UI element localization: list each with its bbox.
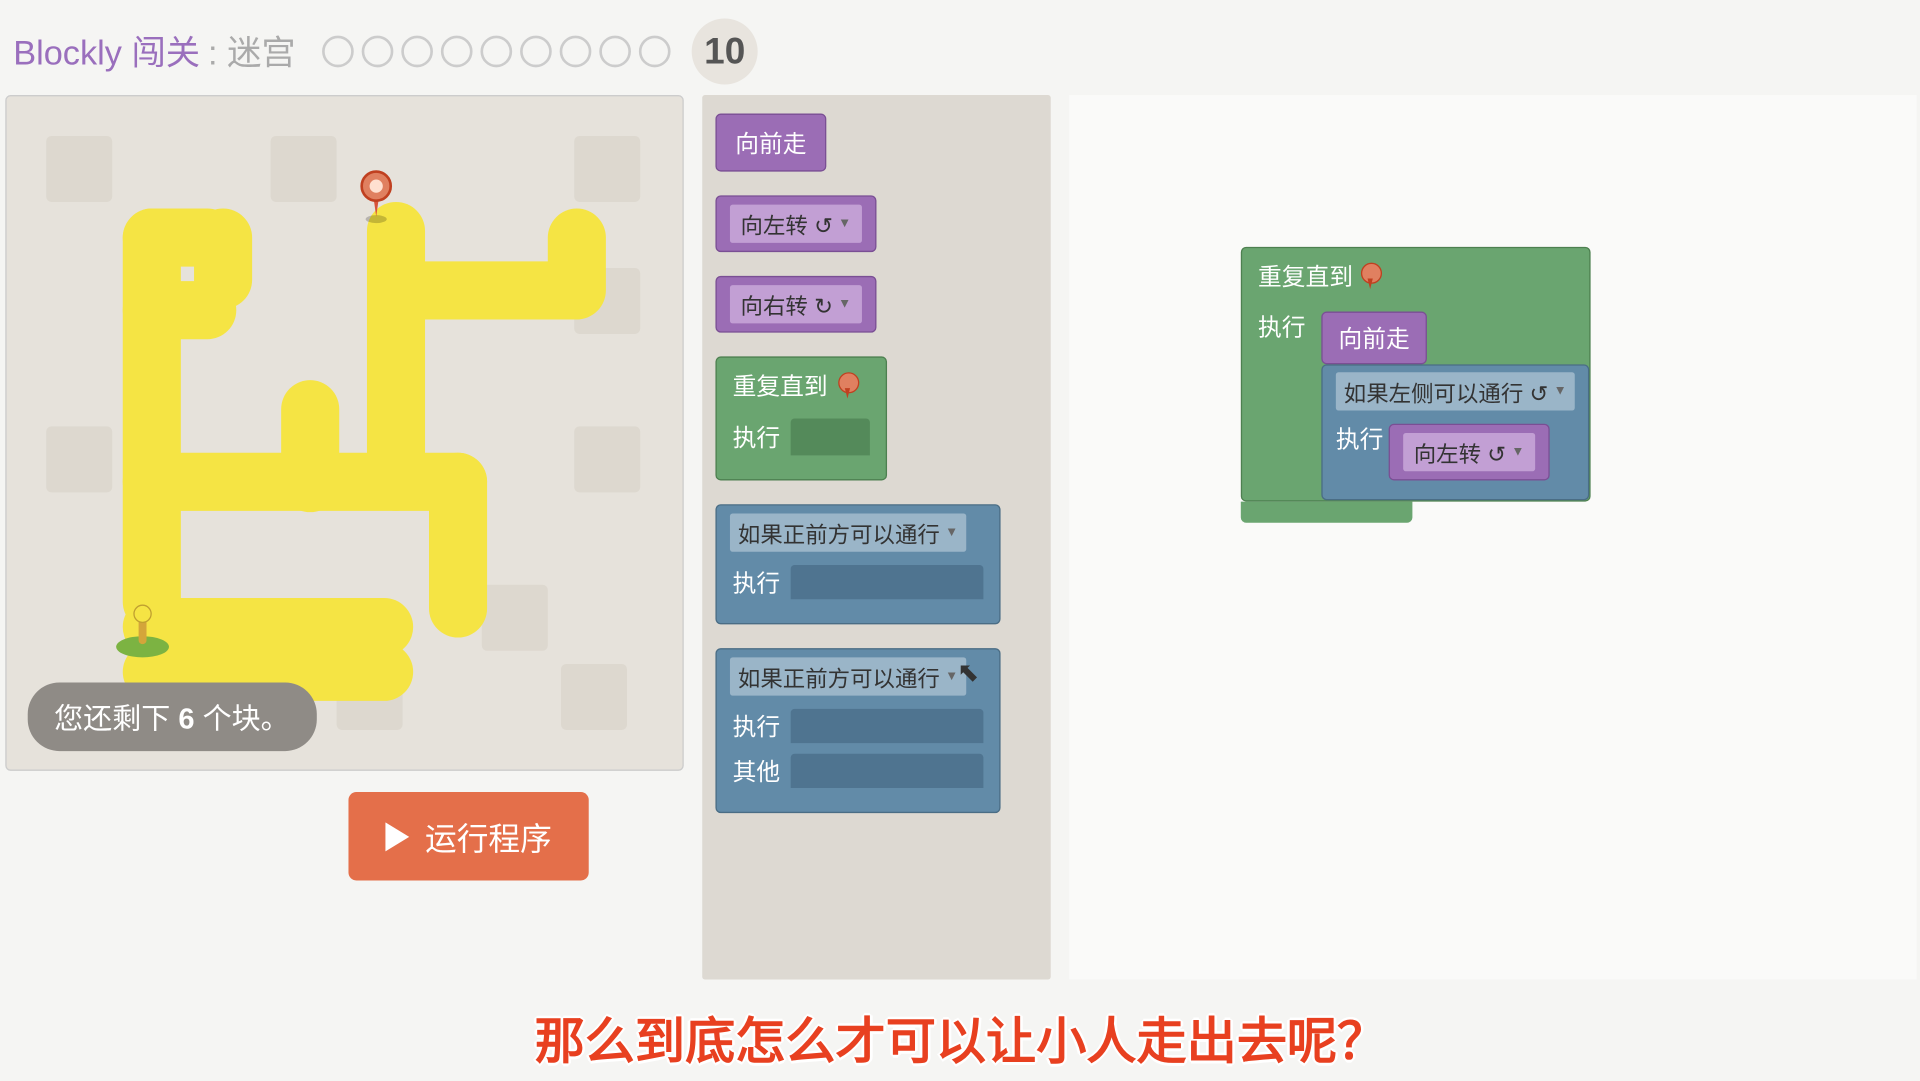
level-dot[interactable] <box>599 35 631 67</box>
ws-block-turn-left[interactable]: 向左转 ↺ ▼ <box>1389 424 1550 481</box>
block-if-else-path-ahead[interactable]: 如果正前方可以通行 ▼ 执行 其他 <box>715 648 1037 813</box>
player-icon <box>123 605 163 658</box>
level-dot[interactable] <box>322 35 354 67</box>
header: Blockly 闯关 : 迷宫 10 <box>0 0 1920 95</box>
maze-canvas: 您还剩下 6 个块。 <box>5 95 683 771</box>
pin-icon <box>1361 263 1379 289</box>
goal-marker-icon <box>360 170 392 223</box>
current-level-badge[interactable]: 10 <box>692 18 758 84</box>
level-dot[interactable] <box>441 35 473 67</box>
workspace[interactable]: 重复直到 执行 向前走 如果左侧可以通行 ↺ ▼ 执行 向左转 ↺ ▼ <box>1069 95 1916 979</box>
level-dot[interactable] <box>560 35 592 67</box>
block-turn-right[interactable]: 向右转 ↻ ▼ <box>715 276 1037 333</box>
blocks-remaining-badge: 您还剩下 6 个块。 <box>28 682 316 751</box>
ws-block-move-forward[interactable]: 向前走 <box>1321 312 1427 365</box>
level-dot[interactable] <box>520 35 552 67</box>
play-icon <box>385 822 409 851</box>
level-dot[interactable] <box>481 35 513 67</box>
block-move-forward[interactable]: 向前走 <box>715 114 1037 172</box>
level-dot[interactable] <box>639 35 671 67</box>
pin-icon <box>838 372 856 398</box>
game-name: : 迷宫 <box>208 26 296 75</box>
maze-panel: 您还剩下 6 个块。 运行程序 <box>5 95 683 979</box>
block-toolbox: 向前走 向左转 ↺ ▼ 向右转 ↻ ▼ 重复直到 执行 如果正前方可以通行 ▼ … <box>702 95 1050 979</box>
level-dot[interactable] <box>362 35 394 67</box>
video-caption: 那么到底怎么才可以让小人走出去呢？ <box>535 1001 1388 1074</box>
app-title: Blockly 闯关 <box>13 26 200 75</box>
run-program-button[interactable]: 运行程序 <box>348 792 588 880</box>
block-turn-left[interactable]: 向左转 ↺ ▼ <box>715 195 1037 252</box>
level-dot[interactable] <box>401 35 433 67</box>
workspace-program[interactable]: 重复直到 执行 向前走 如果左侧可以通行 ↺ ▼ 执行 向左转 ↺ ▼ <box>1241 247 1591 523</box>
ws-block-if-left[interactable]: 如果左侧可以通行 ↺ ▼ 执行 向左转 ↺ ▼ <box>1321 364 1589 500</box>
level-dots: 10 <box>322 18 758 84</box>
block-if-path-ahead[interactable]: 如果正前方可以通行 ▼ 执行 <box>715 504 1037 624</box>
block-repeat-until[interactable]: 重复直到 执行 <box>715 356 1037 480</box>
